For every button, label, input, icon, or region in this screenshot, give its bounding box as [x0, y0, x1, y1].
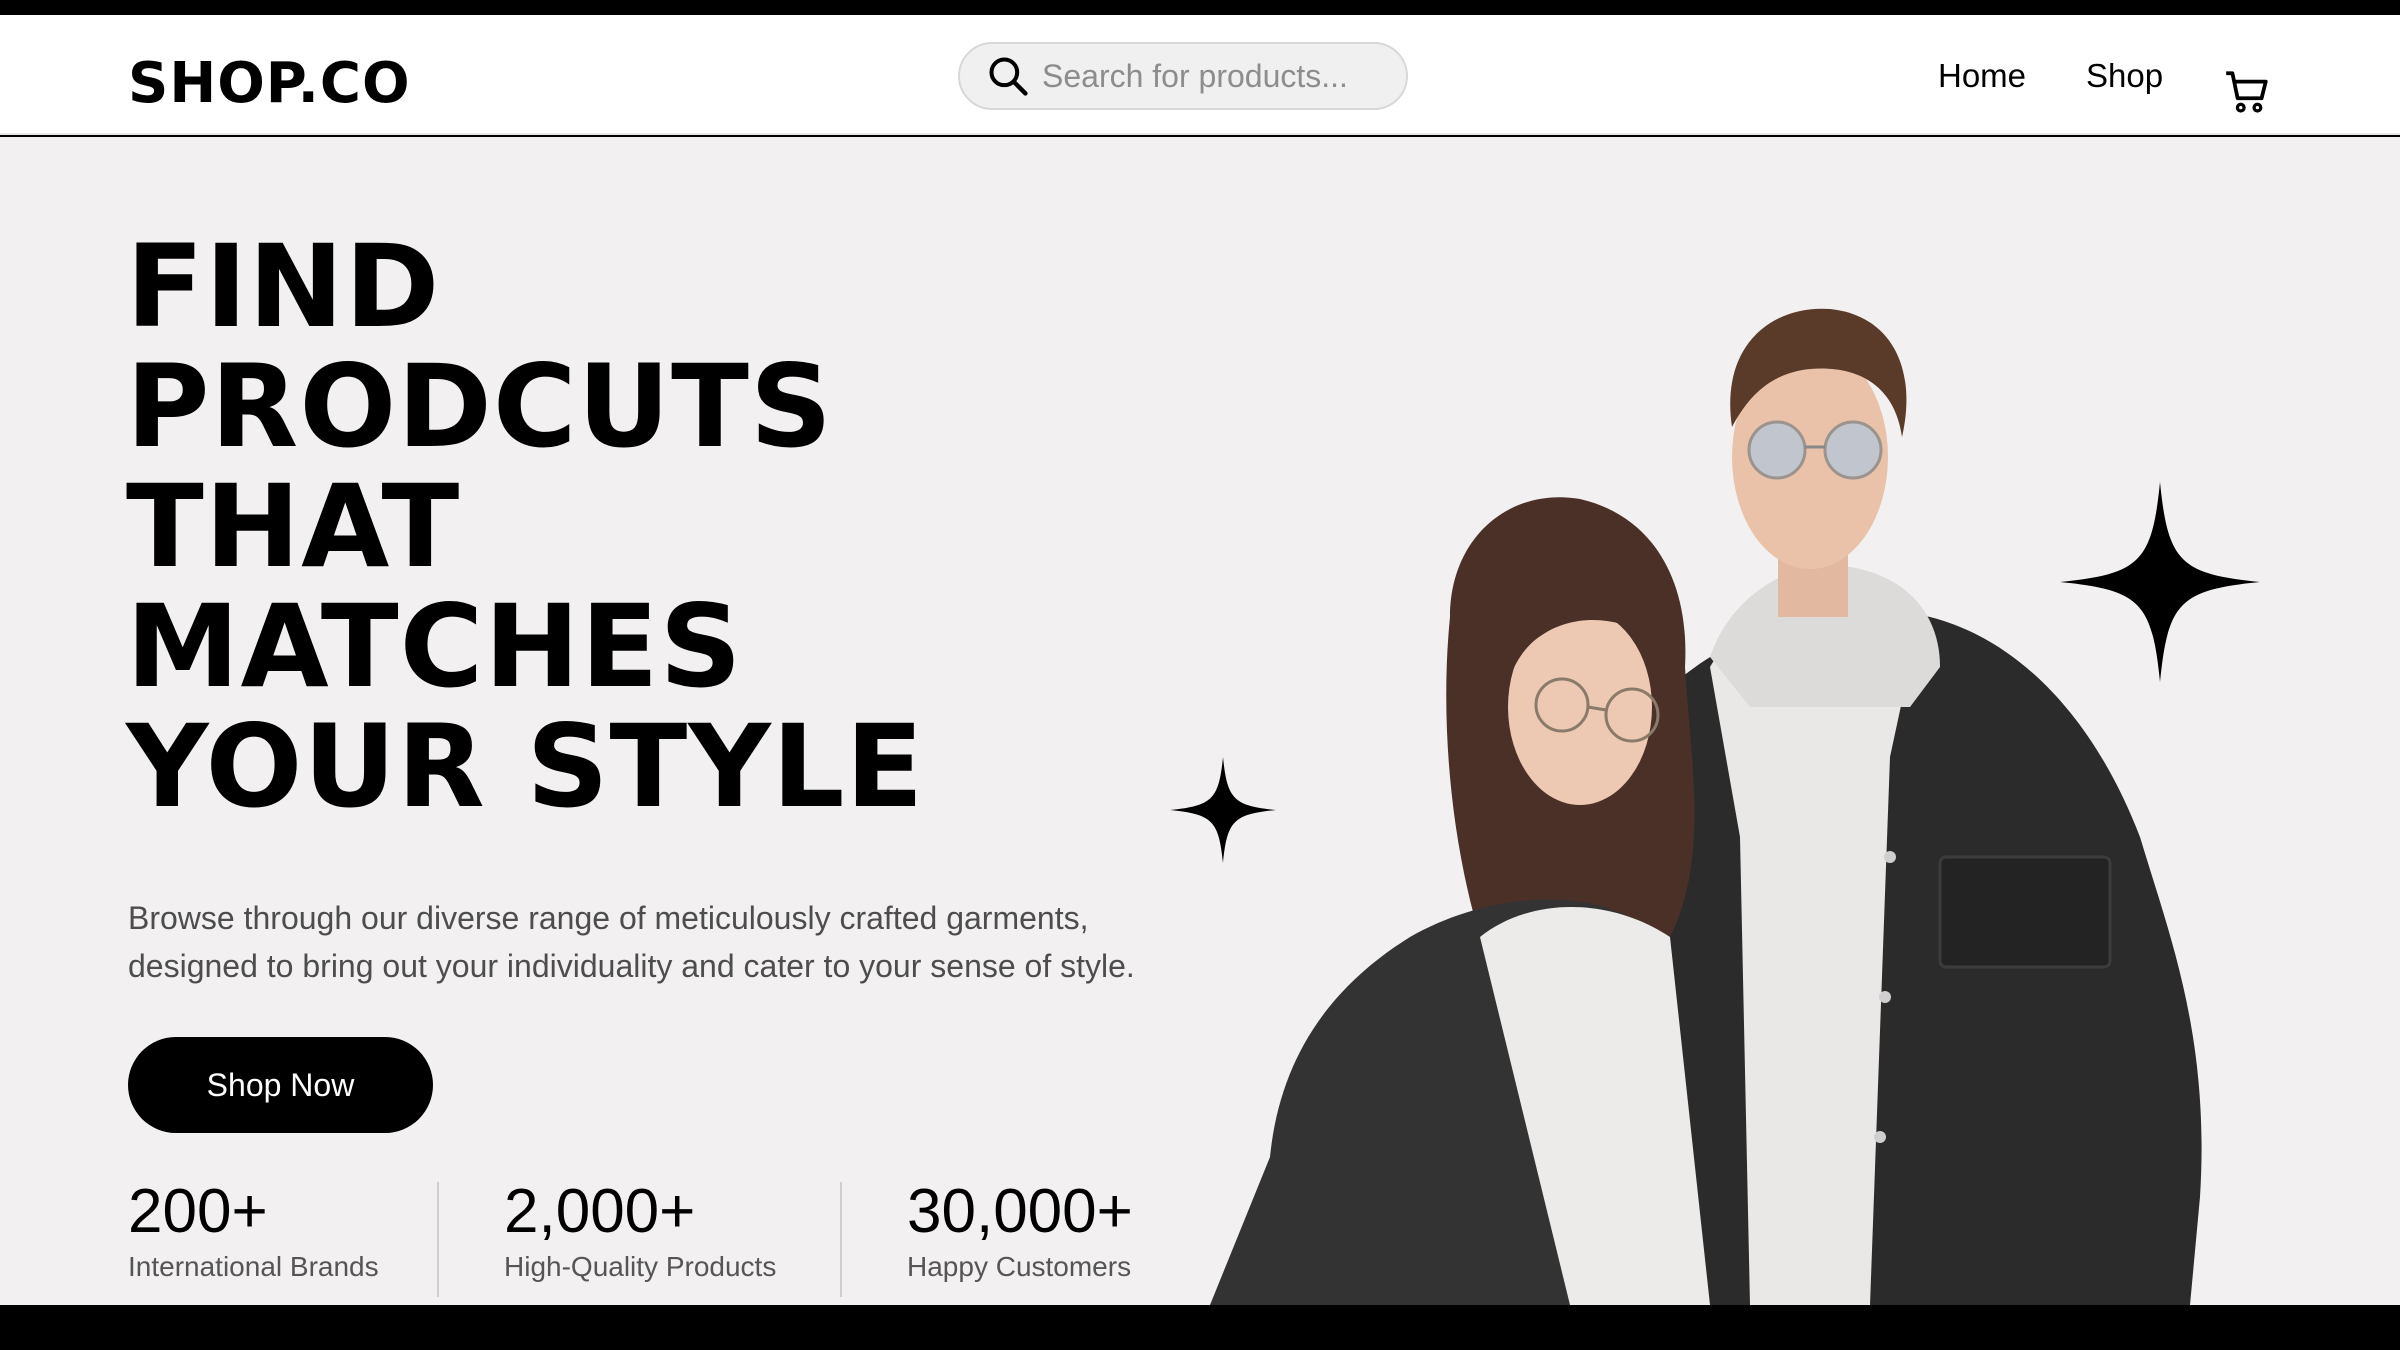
top-navigation-bar: SHOP.CO Home Shop: [0, 15, 2400, 135]
hero-description-line: designed to bring out your individuality…: [128, 948, 1135, 984]
stat-value: 200+: [128, 1177, 268, 1246]
stat-label: International Brands: [128, 1251, 379, 1282]
stat-happy-customers: 30,000+ Happy Customers: [907, 1177, 1133, 1285]
stat-divider: [437, 1182, 439, 1297]
shop-now-button[interactable]: Shop Now: [128, 1037, 433, 1133]
stat-international-brands: 200+ International Brands: [128, 1177, 379, 1285]
cart-icon[interactable]: [2222, 67, 2272, 117]
stat-label: High-Quality Products: [504, 1251, 777, 1282]
headline-line: FIND: [126, 220, 441, 353]
stat-value: 30,000+: [907, 1177, 1133, 1246]
hero-headline: FIND PRODCUTS THAT MATCHES YOUR STYLE: [126, 227, 924, 827]
hero-description: Browse through our diverse range of meti…: [128, 894, 1178, 990]
headline-line: MATCHES: [126, 580, 743, 713]
hero-section: FIND PRODCUTS THAT MATCHES YOUR STYLE Br…: [0, 137, 2400, 1305]
stat-label: Happy Customers: [907, 1251, 1132, 1282]
headline-line: PRODCUTS: [126, 340, 833, 473]
search-input[interactable]: [1042, 57, 1362, 95]
stat-value: 2,000+: [504, 1177, 696, 1246]
nav-link-home[interactable]: Home: [1938, 57, 2026, 95]
hero-description-line: Browse through our diverse range of meti…: [128, 900, 1089, 936]
nav-link-shop[interactable]: Shop: [2086, 57, 2163, 95]
headline-line: THAT: [126, 460, 461, 593]
search-bar[interactable]: [958, 42, 1408, 110]
browser-frame: SHOP.CO Home Shop FIND PRODCUTS THAT MAT…: [0, 0, 2400, 1350]
stat-divider: [840, 1182, 842, 1297]
stat-high-quality-products: 2,000+ High-Quality Products: [504, 1177, 776, 1285]
brand-logo[interactable]: SHOP.CO: [128, 51, 411, 116]
hero-model-photo: [1210, 308, 2202, 1305]
search-icon: [989, 57, 1028, 96]
headline-line: YOUR STYLE: [126, 700, 925, 833]
